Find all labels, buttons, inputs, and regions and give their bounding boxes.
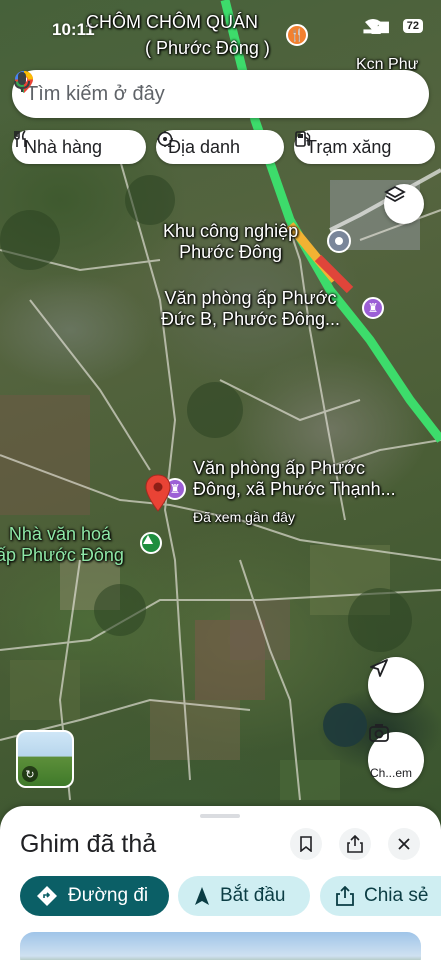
label-line: Nhà văn hoá [8,524,111,544]
sheet-drag-handle[interactable] [200,814,240,818]
gas-station-icon [295,131,311,147]
label-line: Văn phòng ấp Phước [164,288,337,308]
map-label-chom-chom[interactable]: CHÔM CHÔM QUÁN [86,12,258,33]
directions-button[interactable]: Đường đi [20,876,169,916]
map-label-culture-house[interactable]: Nhà văn hoá ấp Phước Đông [0,524,124,566]
sheet-title: Ghim đã thả [20,830,157,858]
battery-indicator: 72 [402,19,423,33]
dropped-pin-icon[interactable] [145,474,171,512]
fork-knife-icon [14,130,26,147]
culture-house-poi-icon[interactable] [140,532,162,554]
share-button[interactable]: Chia sẻ [320,876,441,916]
label-line: Khu công nghiệp [163,221,299,241]
chip-restaurants[interactable]: Nhà hàng [12,130,146,164]
navigation-arrow-icon [195,887,209,905]
industrial-poi-icon[interactable] [327,229,351,253]
map-label-chom-chom-sub: ( Phước Đông ) [145,38,270,58]
rotate-360-icon: ↻ [22,766,38,782]
camera-lens-icon [369,724,389,742]
share-label: Chia sẻ [364,885,429,906]
map-label-office-phuoc-dong[interactable]: Văn phòng ấp Phước Đông, xã Phước Thạnh.… [193,458,396,500]
chip-landmarks[interactable]: Địa danh [156,130,284,164]
mic-icon[interactable] [12,70,32,94]
bookmark-icon [300,836,312,852]
chip-label: Nhà hàng [24,136,103,157]
save-button[interactable] [290,828,322,860]
label-line: Văn phòng ấp Phước [193,458,365,478]
chip-label: Trạm xăng [306,136,392,157]
street-view-thumbnail[interactable]: ↻ [16,730,74,788]
label-line: ấp Phước Đông [0,545,124,565]
search-input[interactable]: Tìm kiếm ở đây [26,83,413,106]
start-label: Bắt đầu [220,885,286,906]
start-button[interactable]: Bắt đầu [178,876,310,916]
share-icon-button[interactable] [339,828,371,860]
lens-label: Ch...em [370,766,413,780]
search-bar[interactable]: Tìm kiếm ở đây [12,70,429,118]
label-line: Đông, xã Phước Thạnh... [193,479,396,499]
directions-icon [37,886,57,906]
restaurant-poi-icon[interactable]: 🍴 [286,24,308,46]
share-icon [347,835,363,853]
close-icon [398,838,410,850]
place-photo[interactable] [20,932,421,960]
landmark-icon [157,131,173,147]
my-location-button[interactable] [368,657,424,713]
status-icons: ▂▄▆ 72 [364,18,423,34]
map-label-industrial-park[interactable]: Khu công nghiệp Phước Đông [163,221,298,263]
directions-label: Đường đi [68,885,149,906]
chip-gas-stations[interactable]: Trạm xăng [294,130,435,164]
close-button[interactable] [388,828,420,860]
share-icon [336,886,354,906]
map-label-line: CHÔM CHÔM QUÁN [86,12,258,32]
recently-viewed-label: Đã xem gần đây [193,509,295,525]
government-poi-icon[interactable]: ♜ [362,297,384,319]
bottom-sheet[interactable]: Ghim đã thả Đường đi Bắt đầu Chia sẻ [0,806,441,960]
chip-label: Địa danh [168,136,241,157]
label-line: Phước Đông [179,242,283,262]
layers-icon [384,185,406,203]
label-line: Đức B, Phước Đông... [161,309,340,329]
map-label-office-duc-b[interactable]: Văn phòng ấp Phước Đức B, Phước Đông... [161,288,340,330]
layers-button[interactable] [384,184,424,224]
navigation-arrow-icon [370,659,388,677]
